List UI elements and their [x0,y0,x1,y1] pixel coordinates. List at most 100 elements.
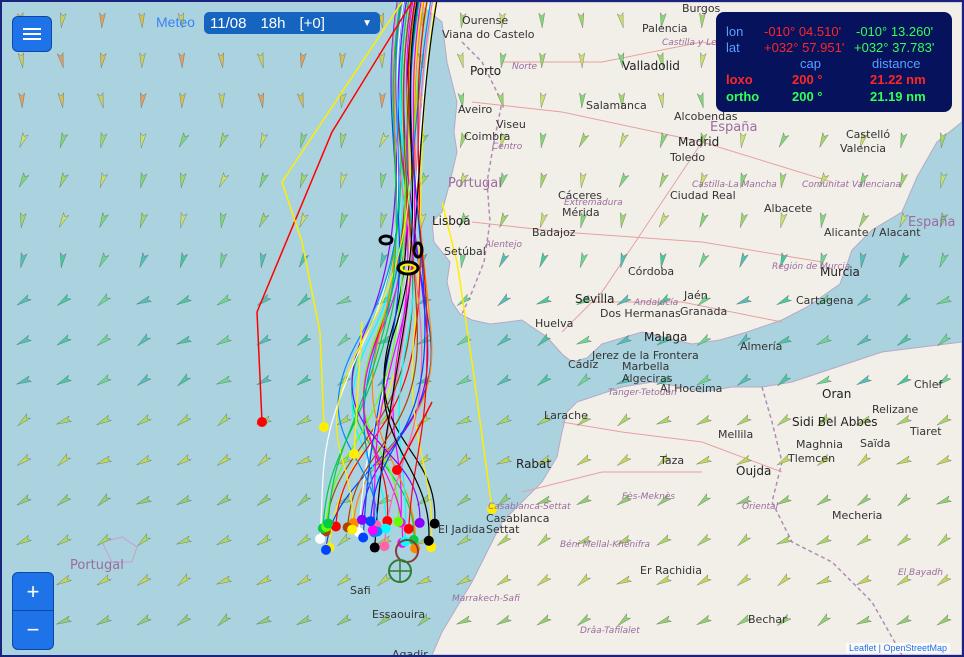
boat-marker [423,535,434,546]
attribution: Leaflet | OpenStreetMap [846,643,950,653]
wind-arrow [100,52,107,68]
boat-marker [315,533,326,544]
wind-arrow [177,413,192,426]
region-label: Castilla-La Mancha [692,180,777,190]
wind-arrow [219,172,230,188]
wind-arrow [16,375,32,385]
city-label: Mellila [718,428,754,441]
wind-arrow [257,453,272,467]
wind-arrow [137,533,152,547]
wind-arrow [296,574,312,586]
city-label: Maghnia [796,438,843,451]
wind-arrow [256,52,264,68]
wind-arrow [259,212,270,228]
wind-arrow [96,574,112,586]
city-label: Granada [680,305,728,318]
boat-marker [321,544,332,555]
wind-arrow [139,212,149,228]
wind-arrow [136,454,152,465]
wind-arrow [456,374,472,385]
wind-arrow [97,493,112,507]
wind-arrow [97,533,112,546]
attribution-separator: | [878,643,881,653]
country-label: Portugal [70,558,124,573]
wind-arrow [139,252,149,268]
city-label: Burgos [682,2,721,15]
zoom-control: + − [12,572,54,650]
wind-arrow [297,493,312,507]
wind-arrow [137,333,152,347]
wind-arrow [339,252,349,268]
wind-arrow [179,132,190,148]
wind-arrow [336,614,352,626]
wind-arrow [19,172,30,188]
wind-arrow [177,373,192,387]
wind-arrow [299,212,309,228]
zoom-out-button[interactable]: − [13,611,53,648]
wind-arrow [177,573,192,587]
wind-arrow [96,614,112,625]
city-label: Cádiz [568,358,599,371]
wind-arrow [97,333,112,346]
region-label: Comunitat Valenciana [802,180,901,190]
wind-arrow [940,172,948,188]
wind-arrow [497,333,512,346]
wind-arrow [339,212,349,228]
city-label: Salamanca [586,99,647,112]
boat-marker [349,449,359,459]
wind-arrow [296,414,312,425]
lat-red-value: +032° 57.951' [764,40,845,55]
wind-arrow [737,373,752,386]
forecast-offset: [+0] [299,14,325,32]
lon-green-value: -010° 13.260' [856,24,934,39]
region-label: Marrakech-Safi [452,594,520,604]
zoom-in-button[interactable]: + [13,573,53,611]
city-label: Córdoba [628,265,675,278]
lon-red-value: -010° 04.510' [764,24,842,39]
ortho-distance: 21.19 nm [870,89,926,104]
city-label: Lisboa [432,214,471,228]
wind-arrow [56,334,72,346]
wind-arrow [297,533,312,546]
wind-arrow [216,375,232,385]
meteo-label: Meteo [156,14,195,30]
wind-arrow [340,172,348,188]
meteo-forecast-select[interactable]: 11/08 18h [+0] ▼ [204,12,380,34]
wind-arrow [897,293,912,307]
city-label: Oujda [736,464,772,478]
wind-arrow [256,534,272,546]
city-label: Safi [350,584,371,597]
wind-arrow [857,293,872,306]
country-label: España [710,120,758,135]
wind-arrow [176,335,192,345]
map-frame[interactable]: Burgos Ourense Viana do Castelo Palencia… [0,0,964,657]
leaflet-link[interactable]: Leaflet [849,643,876,653]
city-label: Setúbal [444,245,486,258]
wind-arrow [336,295,352,305]
country-label: España [908,215,956,230]
wind-arrow [57,92,65,109]
city-label: Oran [822,387,852,401]
wind-arrow [56,374,72,385]
wind-arrow [496,455,512,465]
wind-arrow [256,374,272,385]
wind-arrow [96,455,112,465]
wind-arrow [377,573,392,587]
wind-arrow [256,574,272,585]
region-label: Tanger-Tetouan [608,388,677,398]
wind-arrow [139,52,146,69]
wind-arrow [16,534,32,545]
wind-arrow [217,52,225,69]
wind-arrow [56,574,72,585]
osm-link[interactable]: OpenStreetMap [883,643,947,653]
boat-marker [367,525,378,536]
city-label: Chlef [914,378,943,391]
region-label: Extremadura [564,198,623,208]
menu-button[interactable] [12,16,52,52]
region-label: Norte [512,62,538,72]
wind-arrow [138,12,145,29]
wind-arrow [99,172,109,188]
wind-arrow [300,52,307,68]
wind-arrow [16,494,32,506]
wind-arrow [939,252,949,268]
